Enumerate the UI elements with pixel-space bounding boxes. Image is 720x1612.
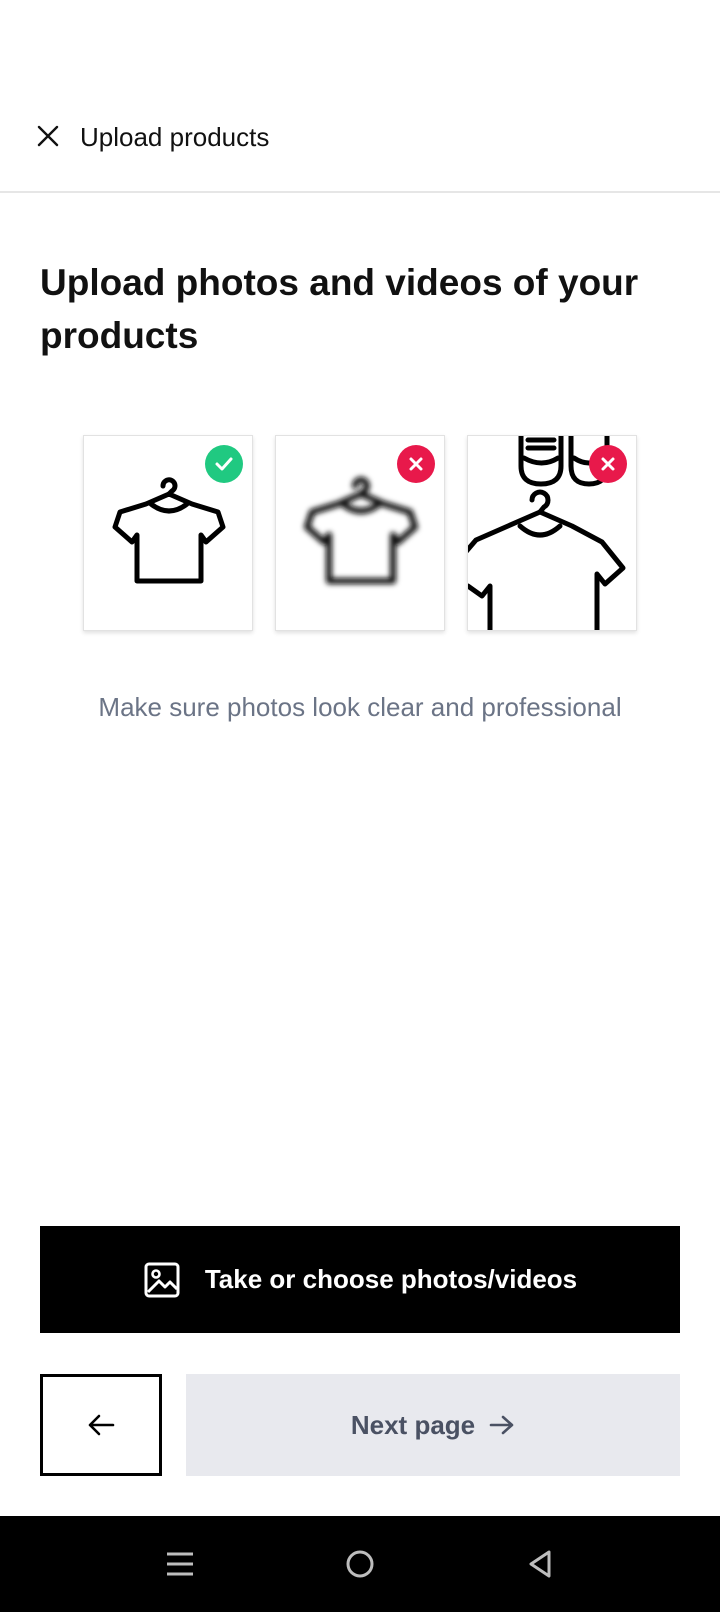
page-title: Upload products <box>80 122 270 152</box>
menu-icon <box>167 1552 193 1576</box>
next-page-label: Next page <box>350 1409 476 1440</box>
image-icon <box>144 1262 180 1297</box>
x-badge <box>589 445 627 483</box>
recents-button[interactable] <box>160 1544 200 1584</box>
check-badge <box>205 445 243 483</box>
x-icon <box>601 457 615 471</box>
clear-tshirt-example <box>83 435 253 631</box>
arrow-right-icon <box>489 1415 514 1435</box>
back-button[interactable] <box>40 1374 162 1476</box>
home-button[interactable] <box>340 1544 380 1584</box>
photo-tip: Make sure photos look clear and professi… <box>98 692 622 722</box>
x-badge <box>397 445 435 483</box>
back-triangle-icon <box>529 1550 551 1578</box>
system-back-button[interactable] <box>520 1544 560 1584</box>
take-or-choose-label: Take or choose photos/videos <box>204 1264 578 1294</box>
home-icon <box>346 1550 374 1578</box>
next-page-button[interactable]: Next page <box>186 1374 680 1476</box>
close-button[interactable] <box>30 118 66 154</box>
arrow-left-icon <box>88 1414 115 1436</box>
check-icon <box>215 457 233 471</box>
top-app-bar: Upload products <box>0 0 720 193</box>
system-navigation-bar <box>0 1516 720 1612</box>
blurry-tshirt-example <box>275 435 445 631</box>
x-icon <box>409 457 423 471</box>
close-icon <box>37 125 59 147</box>
example-photos <box>83 435 638 631</box>
cluttered-example <box>467 435 637 631</box>
take-or-choose-media-button[interactable]: Take or choose photos/videos <box>40 1226 680 1333</box>
section-heading: Upload photos and videos of your product… <box>40 262 639 356</box>
